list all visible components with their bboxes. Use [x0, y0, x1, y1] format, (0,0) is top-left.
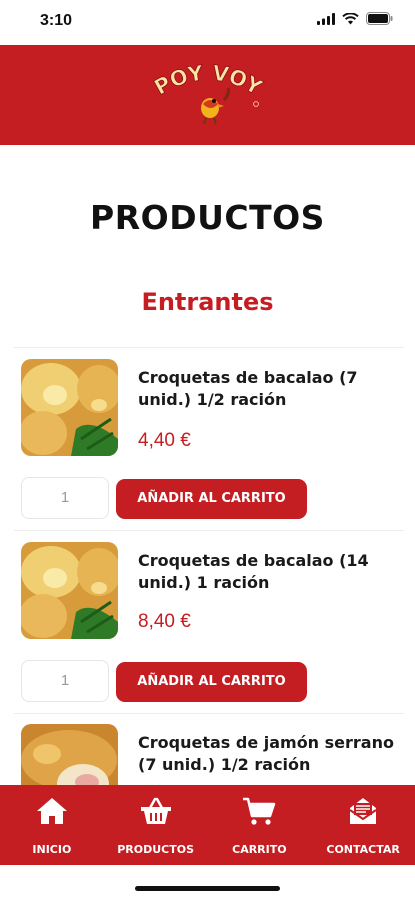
section-title-entrantes: Entrantes: [141, 288, 274, 316]
product-price: 8,40 €: [138, 611, 191, 632]
product-image-croquetas[interactable]: [21, 359, 118, 456]
tab-label: INICIO: [32, 843, 72, 856]
tab-productos[interactable]: PRODUCTOS: [106, 793, 206, 856]
divider: [14, 713, 404, 714]
status-bar: 3:10: [0, 0, 415, 45]
page-title: PRODUCTOS: [90, 198, 325, 237]
divider: [14, 530, 404, 531]
wifi-icon: [342, 12, 359, 24]
tab-label: CARRITO: [232, 843, 287, 856]
quantity-input[interactable]: 1: [21, 477, 109, 519]
add-to-cart-button[interactable]: AÑADIR AL CARRITO: [116, 662, 307, 702]
status-icons: [317, 12, 393, 25]
cart-icon: [242, 793, 276, 829]
home-icon: [35, 793, 69, 829]
product-name[interactable]: Croquetas de jamón serrano (7 unid.) 1/2…: [138, 732, 398, 776]
home-indicator-area: [0, 865, 415, 900]
divider: [14, 347, 404, 348]
poy-voy-logo[interactable]: POY VOY: [148, 60, 268, 130]
tab-label: CONTACTAR: [326, 843, 400, 856]
add-to-cart-button[interactable]: AÑADIR AL CARRITO: [116, 479, 307, 519]
quantity-input[interactable]: 1: [21, 660, 109, 702]
battery-icon: [366, 12, 393, 25]
tab-label: PRODUCTOS: [117, 843, 195, 856]
home-indicator[interactable]: [135, 886, 280, 891]
bottom-tab-bar: INICIO PRODUCTOS CARRITO CONTACTAR: [0, 785, 415, 865]
signal-icon: [317, 12, 335, 25]
tab-carrito[interactable]: CARRITO: [209, 793, 309, 856]
app-header: POY VOY: [0, 45, 415, 145]
basket-icon: [139, 793, 173, 829]
product-name[interactable]: Croquetas de bacalao (14 unid.) 1 ración: [138, 550, 398, 594]
mail-icon: [346, 793, 380, 829]
status-time: 3:10: [40, 12, 73, 29]
tab-contactar[interactable]: CONTACTAR: [313, 793, 413, 856]
tab-inicio[interactable]: INICIO: [2, 793, 102, 856]
product-price: 4,40 €: [138, 430, 191, 451]
product-image-croquetas[interactable]: [21, 542, 118, 639]
product-name[interactable]: Croquetas de bacalao (7 unid.) 1/2 ració…: [138, 367, 398, 411]
logo-graphic: POY VOY: [149, 60, 266, 125]
svg-text:POY VOY: POY VOY: [150, 61, 266, 100]
